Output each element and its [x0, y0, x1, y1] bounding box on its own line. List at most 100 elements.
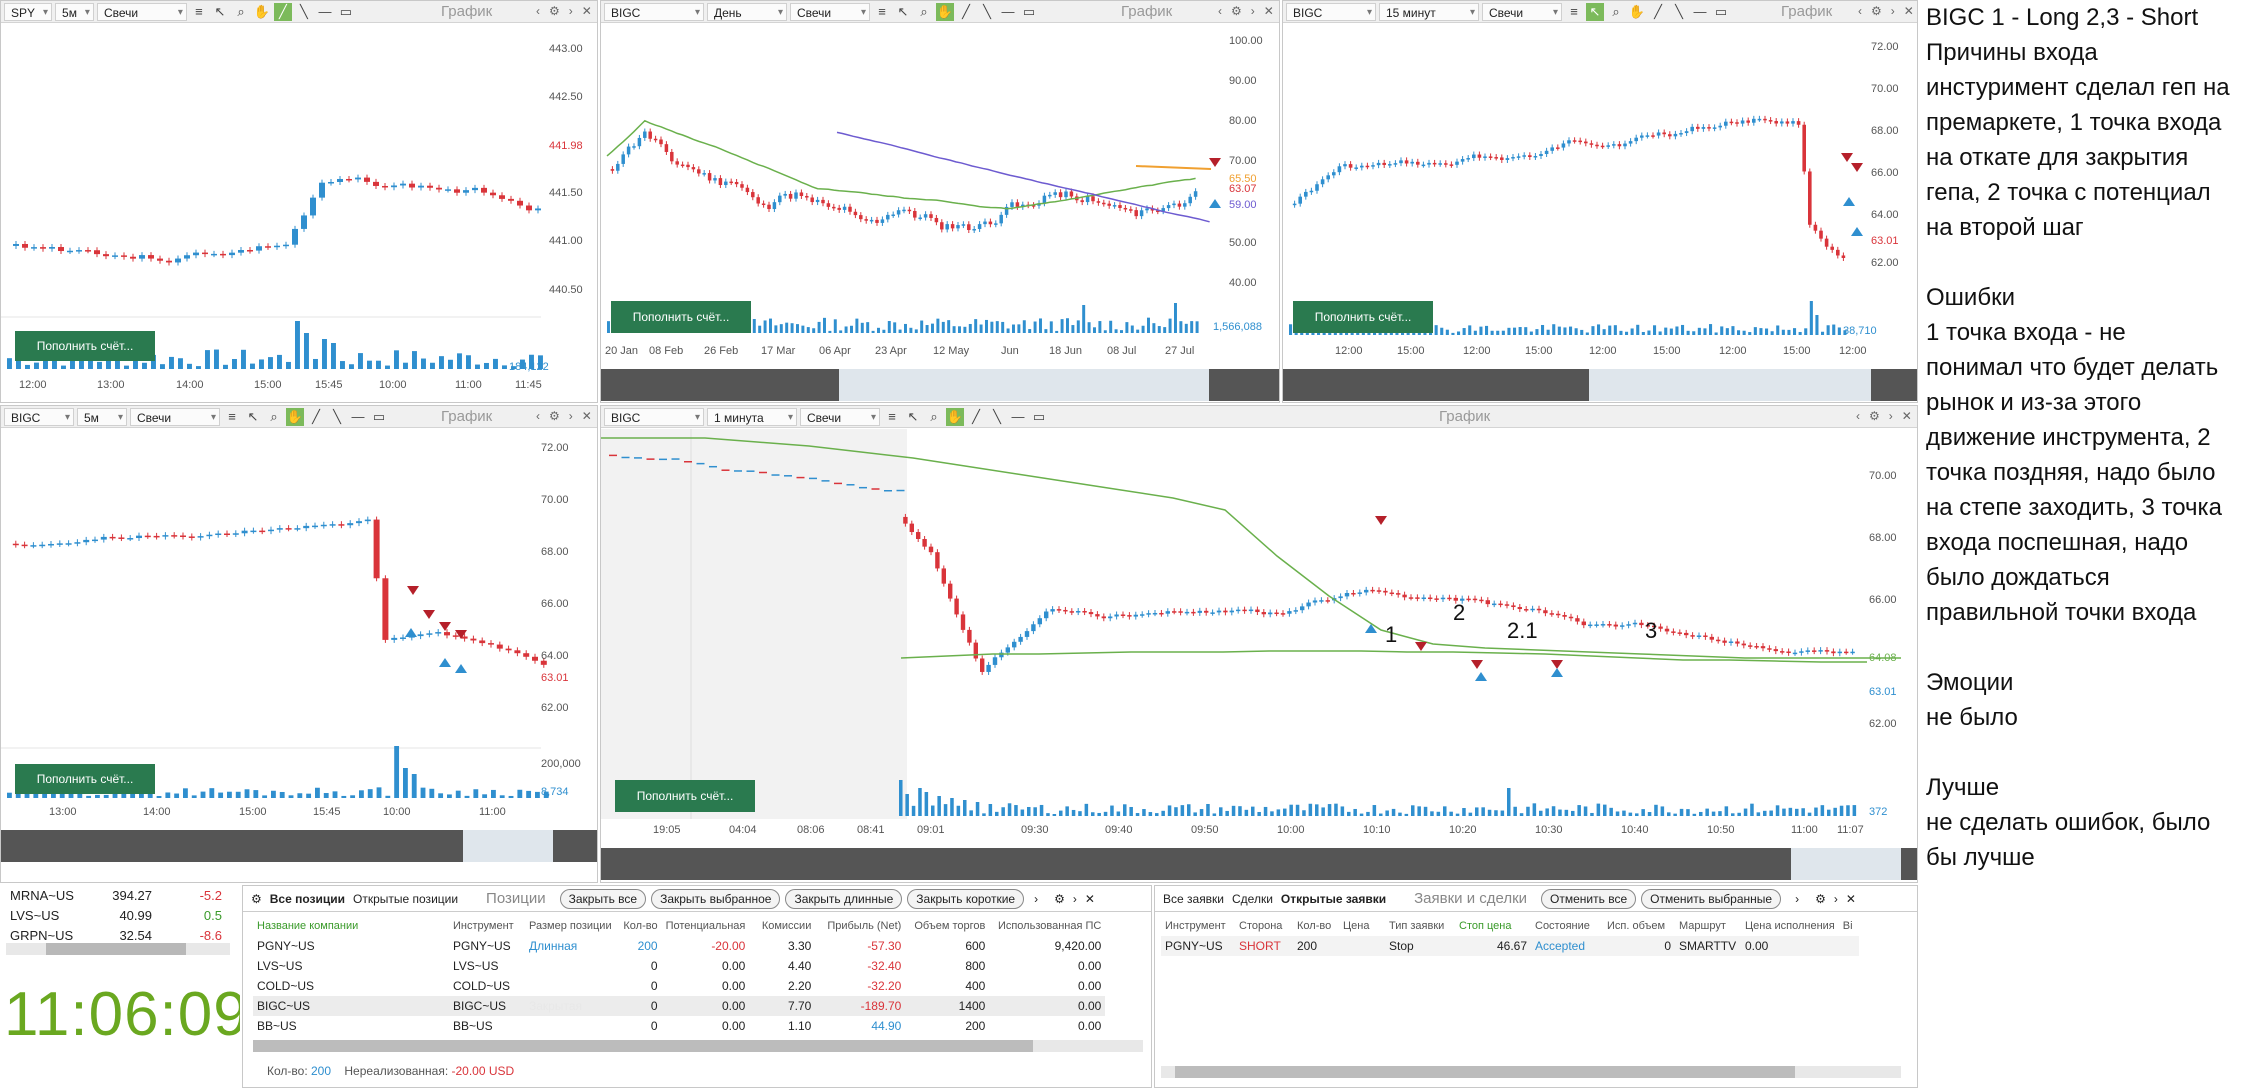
watchlist-scrollbar[interactable]	[6, 943, 230, 955]
column-header[interactable]: Сторона	[1235, 916, 1293, 936]
column-header[interactable]: Комиссии	[749, 916, 815, 936]
orders-panel: Все заявки Сделки Открытые заявки Заявки…	[1154, 885, 1918, 1088]
top-up-account-button[interactable]: Пополнить счёт...	[15, 331, 155, 361]
tab-open-orders[interactable]: Открытые заявки	[1281, 892, 1386, 906]
column-header[interactable]: Потенциальная	[662, 916, 750, 936]
chevron-right-icon[interactable]: ›	[1034, 892, 1038, 906]
candle	[1544, 150, 1549, 155]
list-item[interactable]: LVS~US 40.99 0.5	[6, 905, 226, 925]
candle	[988, 221, 993, 225]
column-header[interactable]: Использованная ПС	[989, 916, 1105, 936]
column-header[interactable]: Цена	[1339, 916, 1385, 936]
column-header[interactable]: Инструмент	[1161, 916, 1235, 936]
navigator[interactable]	[601, 848, 1917, 880]
column-header[interactable]: Кол-во	[616, 916, 662, 936]
gear-icon[interactable]: ⚙	[1815, 892, 1826, 906]
cell: Stop	[1389, 939, 1414, 953]
chevron-right-icon[interactable]: ›	[1073, 892, 1077, 906]
list-item[interactable]: MRNA~US 394.27 -5.2	[6, 885, 226, 905]
column-header[interactable]: Цена исполнения	[1741, 916, 1839, 936]
chart-canvas[interactable]	[1283, 1, 1918, 403]
time-label: 12:00	[1463, 345, 1491, 357]
tab-all-orders[interactable]: Все заявки	[1163, 892, 1224, 906]
candle	[1780, 121, 1784, 124]
list-item[interactable]: GRPN~US 32.54 -8.6	[6, 925, 226, 945]
navigator[interactable]	[601, 369, 1279, 401]
candle	[1427, 162, 1431, 165]
column-header[interactable]: Кол-во	[1293, 916, 1339, 936]
volume-bar	[1541, 324, 1545, 335]
cancel-selected-button[interactable]: Отменить выбранные	[1641, 888, 1782, 909]
top-up-account-button[interactable]: Пополнить счёт...	[15, 764, 155, 794]
close-short-button[interactable]: Закрыть короткие	[907, 888, 1025, 909]
candle	[153, 535, 160, 538]
column-header[interactable]: Состояние	[1531, 916, 1603, 936]
close-all-button[interactable]: Закрыть все	[559, 888, 647, 909]
scroll-thumb[interactable]	[253, 1040, 1033, 1052]
volume-bar	[286, 361, 291, 369]
chevron-right-icon[interactable]: ›	[1795, 892, 1799, 906]
volume-bar	[403, 362, 408, 369]
table-row[interactable]: PGNY~US PGNY~US Длинная 200 -20.00 3.30 …	[253, 936, 1105, 956]
top-up-account-button[interactable]: Пополнить счёт...	[1293, 301, 1433, 333]
close-icon[interactable]: ✕	[1846, 892, 1856, 906]
column-header[interactable]: Инструмент	[449, 916, 525, 936]
close-icon[interactable]: ✕	[1085, 892, 1095, 906]
scroll-thumb[interactable]	[46, 943, 186, 955]
navigator-window[interactable]	[463, 830, 553, 862]
candle	[454, 189, 460, 193]
top-up-account-button[interactable]: Пополнить счёт...	[615, 780, 755, 812]
close-long-button[interactable]: Закрыть длинные	[785, 888, 903, 909]
navigator-window[interactable]	[839, 369, 1209, 401]
positions-scrollbar[interactable]	[253, 1040, 1143, 1052]
chevron-right-icon[interactable]: ›	[1834, 892, 1838, 906]
cell: 44.90	[871, 1019, 902, 1033]
column-header[interactable]: Исп. объем	[1603, 916, 1675, 936]
column-header[interactable]: Тип заявки	[1385, 916, 1455, 936]
candle	[1588, 624, 1593, 627]
table-row[interactable]: BB~US BB~US 0 0.00 1.10 44.90 200 0.00	[253, 1016, 1105, 1036]
column-header[interactable]: Размер позиции	[525, 916, 616, 936]
chart-canvas[interactable]	[601, 1, 1280, 403]
candle	[621, 154, 625, 164]
candle	[1216, 610, 1222, 613]
column-header[interactable]: Ві	[1839, 916, 1859, 936]
tab-deals[interactable]: Сделки	[1232, 892, 1273, 906]
column-header[interactable]: Стоп цена	[1455, 916, 1531, 936]
column-header[interactable]: Объем торгов	[905, 916, 989, 936]
candle	[1662, 132, 1666, 135]
chart-canvas[interactable]	[601, 406, 1918, 883]
date-label: 17 Mar	[761, 345, 796, 357]
price-label: 59.00	[1229, 199, 1257, 211]
navigator[interactable]	[1, 830, 597, 862]
navigator-window[interactable]	[1791, 848, 1901, 880]
volume-bar	[331, 343, 336, 369]
close-selected-button[interactable]: Закрыть выбранное	[651, 888, 781, 909]
candle	[1524, 609, 1529, 611]
top-up-account-button[interactable]: Пополнить счёт...	[611, 301, 751, 333]
table-row[interactable]: PGNY~US SHORT 200 Stop 46.67 Accepted 0 …	[1161, 936, 1859, 956]
candle	[1472, 598, 1478, 601]
cancel-all-button[interactable]: Отменить все	[1541, 888, 1637, 909]
volume-bar	[914, 329, 918, 333]
candle	[977, 224, 982, 229]
navigator-window[interactable]	[1589, 369, 1871, 401]
time-label: 08:06	[797, 824, 825, 836]
orders-scrollbar[interactable]	[1161, 1066, 1901, 1078]
gear-icon[interactable]: ⚙	[251, 892, 262, 906]
scroll-thumb[interactable]	[1175, 1066, 1795, 1078]
column-header[interactable]: Прибыль (Net)	[815, 916, 905, 936]
candle	[1844, 651, 1849, 654]
candle	[1595, 144, 1599, 147]
table-row[interactable]: BIGC~US BIGC~US Закрытая 0 0.00 7.70 -18…	[253, 996, 1106, 1016]
volume-bar	[1334, 803, 1338, 816]
cell: 0.00	[721, 1019, 746, 1033]
column-header[interactable]: Название компании	[253, 916, 449, 936]
table-row[interactable]: COLD~US COLD~US 0 0.00 2.20 -32.20 400 0…	[253, 976, 1105, 996]
gear-icon[interactable]: ⚙	[1054, 892, 1065, 906]
table-row[interactable]: LVS~US LVS~US 0 0.00 4.40 -32.40 800 0.0…	[253, 956, 1105, 976]
tab-all-positions[interactable]: Все позиции	[270, 892, 345, 906]
navigator[interactable]	[1283, 369, 1917, 401]
column-header[interactable]: Маршрут	[1675, 916, 1741, 936]
tab-open-positions[interactable]: Открытые позиции	[353, 892, 458, 906]
